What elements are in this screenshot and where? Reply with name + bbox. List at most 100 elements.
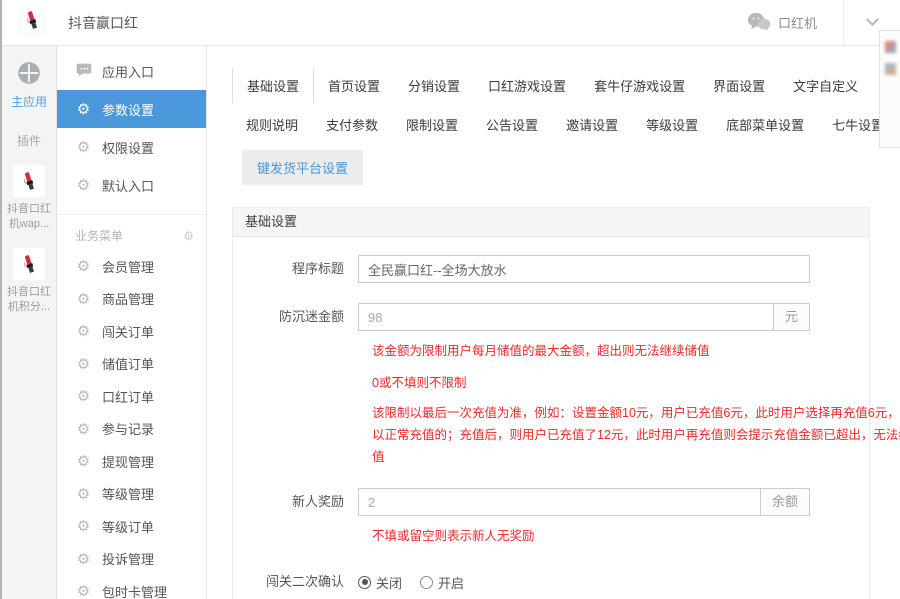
chevron-down-icon (865, 13, 879, 27)
field-label: 新人奖励 (291, 494, 344, 510)
tab-text-custom[interactable]: 文字自定义 (779, 68, 872, 103)
business-menu-header: 业务菜单 ⚙ (75, 228, 194, 244)
lipstick-icon (20, 8, 44, 37)
edge-glyph (884, 41, 896, 53)
gear-icon: ⚙ (76, 550, 91, 568)
sidebar-item-default-entry[interactable]: ⚙ 默认入口 (57, 166, 206, 204)
tab-home-settings[interactable]: 首页设置 (314, 68, 394, 103)
basic-settings-panel: 基础设置 程序标题 防沉迷金额 元 (232, 207, 900, 599)
gear-icon: ⚙ (76, 583, 91, 599)
admin-app: 抖音赢口红 口红机 主应用 插件 抖音口红 机wap... 抖音口红 机积分..… (0, 0, 900, 599)
gear-icon: ⚙ (76, 101, 91, 118)
tab-payment-params[interactable]: 支付参数 (312, 107, 392, 142)
radio-close[interactable]: 关闭 (358, 573, 402, 592)
gear-icon[interactable]: ⚙ (183, 229, 194, 243)
radio-dot-icon (420, 575, 434, 589)
help-text: 该限制以最后一次充值为准，例如：设置金额10元，用户已充值6元，此时用户选择再充… (372, 405, 900, 464)
field-program-title: 程序标题 (233, 255, 869, 283)
primary-sidebar: 主应用 插件 抖音口红 机wap... 抖音口红 机积分... (2, 46, 57, 599)
secondary-sidebar: 应用入口 ⚙ 参数设置 ⚙ 权限设置 ⚙ 默认入口 业务菜单 ⚙ ⚙ 会员管理 ⚙… (57, 46, 207, 599)
tab-interface-settings[interactable]: 界面设置 (699, 68, 779, 103)
plugin-label: 抖音口红 机积分... (7, 285, 51, 313)
field-label: 闯关二次确认 (265, 574, 344, 590)
sidebar-item-label: 默认入口 (102, 178, 155, 194)
help-text: 不填或留空则表示新人无奖励 (372, 529, 535, 544)
sidebar-item-label: 应用入口 (102, 64, 155, 80)
sidebar-item-timecard-mgmt[interactable]: ⚙ 包时卡管理 (57, 575, 206, 599)
sidebar-item-challenge-orders[interactable]: ⚙ 闯关订单 (57, 315, 206, 348)
sidebar-item-label: 参数设置 (102, 102, 155, 118)
sidebar-item-goods-mgmt[interactable]: ⚙ 商品管理 (57, 283, 206, 316)
sidebar-item-main-app[interactable]: 主应用 (2, 60, 56, 110)
program-title-input[interactable] (358, 255, 810, 283)
field-label: 程序标题 (291, 261, 344, 276)
plugins-header: 插件 (16, 134, 41, 148)
tab-announcement-settings[interactable]: 公告设置 (472, 107, 552, 142)
tab-bull-game-settings[interactable]: 套牛仔游戏设置 (580, 68, 699, 103)
edge-glyph (884, 63, 896, 75)
tab-distribution-settings[interactable]: 分销设置 (394, 68, 474, 103)
sidebar-item-app-entry[interactable]: 应用入口 (57, 52, 206, 90)
lipstick-icon (13, 247, 45, 280)
anti-addiction-input[interactable] (358, 303, 773, 331)
topbar-right: 口红机 (747, 0, 900, 46)
unit-addon: 元 (772, 303, 810, 331)
unit-addon: 余额 (759, 488, 810, 517)
gear-icon: ⚙ (76, 290, 91, 308)
edge-cutoff-panel[interactable] (879, 30, 900, 148)
plugin-label: 抖音口红 机wap... (7, 203, 51, 230)
main-content: 基础设置 首页设置 分销设置 口红游戏设置 套牛仔游戏设置 界面设置 文字自定义… (207, 46, 900, 599)
settings-tabs-row1: 基础设置 首页设置 分销设置 口红游戏设置 套牛仔游戏设置 界面设置 文字自定义… (232, 68, 900, 103)
help-text: 0或不填则不限制 (372, 375, 467, 390)
tab-level-settings[interactable]: 等级设置 (632, 107, 712, 142)
gear-icon: ⚙ (76, 420, 91, 438)
sidebar-item-member-mgmt[interactable]: ⚙ 会员管理 (57, 250, 206, 283)
radio-open[interactable]: 开启 (420, 573, 464, 592)
sidebar-item-label: 主应用 (10, 95, 47, 109)
gear-icon: ⚙ (76, 453, 91, 471)
tab-limit-settings[interactable]: 限制设置 (392, 107, 472, 142)
gear-icon: ⚙ (76, 139, 91, 156)
gear-icon: ⚙ (76, 518, 91, 536)
topbar: 抖音赢口红 口红机 (2, 0, 900, 46)
page-title: 抖音赢口红 (68, 14, 138, 31)
field-second-confirm: 闯关二次确认 关闭 开启 (233, 568, 869, 596)
gear-icon: ⚙ (76, 323, 91, 341)
channel-selector[interactable]: 口红机 (747, 12, 843, 34)
sidebar-item-lipstick-orders[interactable]: ⚙ 口红订单 (57, 380, 206, 413)
grid-icon (16, 60, 42, 86)
gear-icon: ⚙ (76, 258, 91, 276)
settings-tabs-row2: 规则说明 支付参数 限制设置 公告设置 邀请设置 等级设置 底部菜单设置 七牛设… (232, 107, 900, 142)
tab-invite-settings[interactable]: 邀请设置 (552, 107, 632, 142)
sidebar-item-parameter-settings[interactable]: ⚙ 参数设置 (57, 90, 206, 128)
sidebar-item-plugin-points[interactable]: 抖音口红 机积分... (2, 247, 56, 315)
wechat-icon (747, 12, 778, 34)
help-text: 该金额为限制用户每月储值的最大金额，超出则无法继续储值 (372, 344, 710, 358)
radio-dot-icon (358, 575, 371, 589)
gear-icon: ⚙ (76, 355, 91, 373)
sidebar-item-participation-records[interactable]: ⚙ 参与记录 (57, 413, 206, 446)
sidebar-item-withdrawal-mgmt[interactable]: ⚙ 提现管理 (57, 445, 206, 478)
tab-rules[interactable]: 规则说明 (232, 107, 312, 142)
field-label: 防沉迷金额 (278, 309, 344, 324)
sidebar-item-level-mgmt[interactable]: ⚙ 等级管理 (57, 478, 206, 511)
newbie-reward-input[interactable] (358, 488, 760, 517)
tab-lipstick-game-settings[interactable]: 口红游戏设置 (474, 68, 580, 103)
sidebar-item-plugin-wap[interactable]: 抖音口红 机wap... (2, 165, 56, 232)
gear-icon: ⚙ (76, 388, 91, 406)
tab-shipping-platform-settings[interactable]: 键发货平台设置 (242, 150, 364, 185)
tab-basic-settings[interactable]: 基础设置 (232, 68, 315, 103)
gear-icon: ⚙ (76, 177, 91, 194)
lipstick-icon (13, 165, 45, 197)
sidebar-item-level-orders[interactable]: ⚙ 等级订单 (57, 510, 206, 543)
sidebar-item-permission-settings[interactable]: ⚙ 权限设置 (57, 128, 206, 166)
field-anti-addiction: 防沉迷金额 元 (233, 303, 869, 331)
field-newbie-reward: 新人奖励 余额 (233, 488, 869, 517)
panel-title: 基础设置 (233, 208, 869, 237)
business-menu: ⚙ 会员管理 ⚙ 商品管理 ⚙ 闯关订单 ⚙ 储值订单 ⚙ 口红订单 ⚙ 参与记录 ⚙ 提现管… (57, 250, 206, 599)
app-logo (18, 8, 46, 37)
sidebar-item-complaint-mgmt[interactable]: ⚙ 投诉管理 (57, 543, 206, 576)
sidebar-item-stored-value-orders[interactable]: ⚙ 储值订单 (57, 348, 206, 381)
tab-bottom-menu-settings[interactable]: 底部菜单设置 (712, 107, 818, 142)
channel-label: 口红机 (777, 16, 817, 31)
